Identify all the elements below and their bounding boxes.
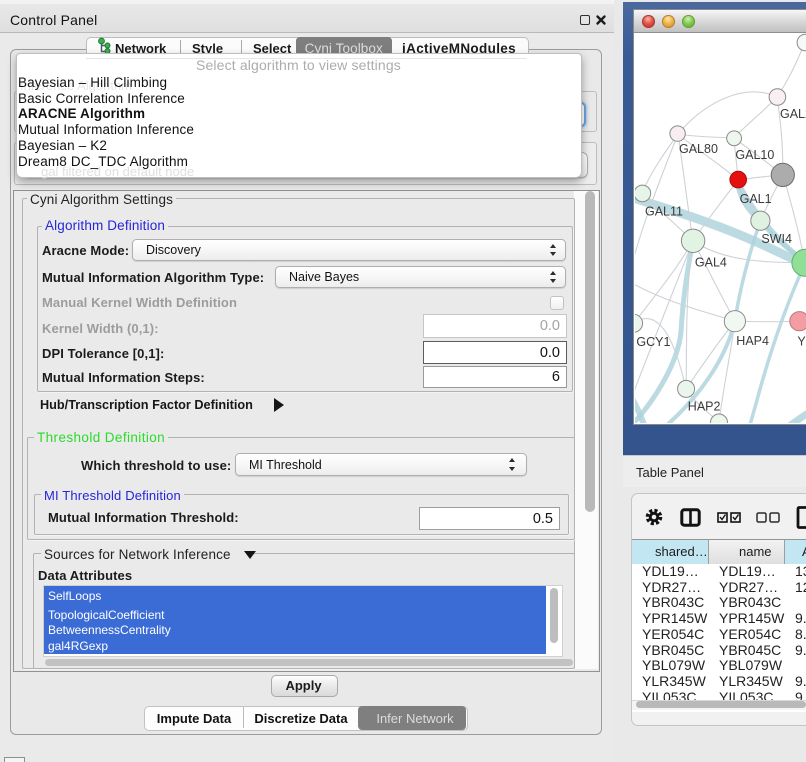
svg-text:GAL4: GAL4: [695, 256, 727, 270]
svg-text:GAL10: GAL10: [735, 148, 774, 162]
svg-text:GAL2: GAL2: [780, 107, 806, 121]
svg-text:SWI4: SWI4: [761, 232, 792, 246]
svg-text:GAL11: GAL11: [645, 205, 683, 219]
svg-text:HAP4: HAP4: [736, 334, 769, 348]
svg-text:GAL1: GAL1: [740, 192, 772, 206]
svg-text:Y: Y: [797, 335, 806, 349]
svg-text:HAP2: HAP2: [688, 400, 721, 414]
svg-text:GCY1: GCY1: [636, 335, 670, 349]
svg-text:GAL80: GAL80: [679, 142, 718, 156]
